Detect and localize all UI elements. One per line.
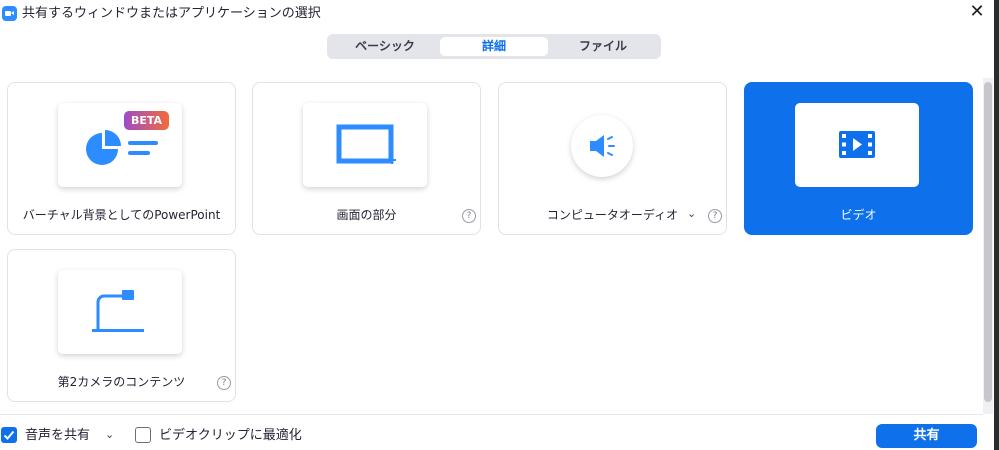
option-powerpoint-virtual-background[interactable]: BETA バーチャル背景としてのPowerPoint bbox=[7, 82, 236, 235]
tab-advanced[interactable]: 詳細 bbox=[440, 37, 548, 56]
chevron-down-icon[interactable]: ⌄ bbox=[687, 207, 696, 220]
option-label: ビデオ bbox=[840, 208, 877, 222]
beta-badge: BETA bbox=[124, 111, 169, 130]
option-computer-audio[interactable]: コンピュータオーディオ ⌄ ? bbox=[498, 82, 727, 235]
speaker-icon bbox=[590, 135, 615, 157]
close-icon[interactable]: ✕ bbox=[966, 2, 988, 24]
window-edge bbox=[994, 0, 999, 450]
option-label: 画面の部分 bbox=[336, 208, 397, 222]
film-play-icon bbox=[839, 131, 875, 158]
checkmark-icon bbox=[3, 430, 15, 440]
option-label: バーチャル背景としてのPowerPoint bbox=[22, 208, 221, 222]
optimize-video-checkbox[interactable] bbox=[135, 427, 151, 443]
zoom-app-icon bbox=[2, 6, 17, 21]
help-icon[interactable]: ? bbox=[462, 209, 476, 223]
option-label: 第2カメラのコンテンツ bbox=[57, 375, 186, 389]
option-second-camera[interactable]: 第2カメラのコンテンツ ? bbox=[7, 249, 236, 402]
share-button[interactable]: 共有 bbox=[876, 424, 977, 448]
option-portion-of-screen[interactable]: 画面の部分 ? bbox=[252, 82, 481, 235]
tab-basic[interactable]: ベーシック bbox=[331, 37, 439, 56]
powerpoint-thumbnail: BETA bbox=[58, 103, 182, 187]
vertical-scrollbar[interactable] bbox=[983, 78, 993, 414]
tab-files[interactable]: ファイル bbox=[549, 37, 657, 56]
share-category-tabs: ベーシック 詳細 ファイル bbox=[327, 34, 661, 59]
help-icon[interactable]: ? bbox=[708, 209, 722, 223]
video-thumbnail bbox=[795, 103, 919, 187]
share-audio-label[interactable]: 音声を共有 bbox=[25, 427, 90, 444]
window-title: 共有するウィンドウまたはアプリケーションの選択 bbox=[22, 6, 321, 21]
share-audio-checkbox[interactable] bbox=[1, 427, 17, 443]
optimize-video-label[interactable]: ビデオクリップに最適化 bbox=[159, 427, 302, 444]
chevron-down-icon[interactable]: ⌄ bbox=[105, 428, 114, 441]
camera-thumbnail bbox=[58, 270, 182, 354]
option-video[interactable]: ビデオ bbox=[744, 82, 973, 235]
footer-divider bbox=[0, 414, 983, 415]
help-icon[interactable]: ? bbox=[217, 376, 231, 390]
screen-portion-icon bbox=[336, 124, 396, 164]
scrollbar-thumb[interactable] bbox=[984, 82, 992, 402]
title-bar: 共有するウィンドウまたはアプリケーションの選択 ✕ bbox=[0, 0, 999, 28]
portion-thumbnail bbox=[303, 103, 427, 187]
document-camera-icon bbox=[92, 290, 144, 332]
audio-thumbnail bbox=[571, 115, 633, 177]
